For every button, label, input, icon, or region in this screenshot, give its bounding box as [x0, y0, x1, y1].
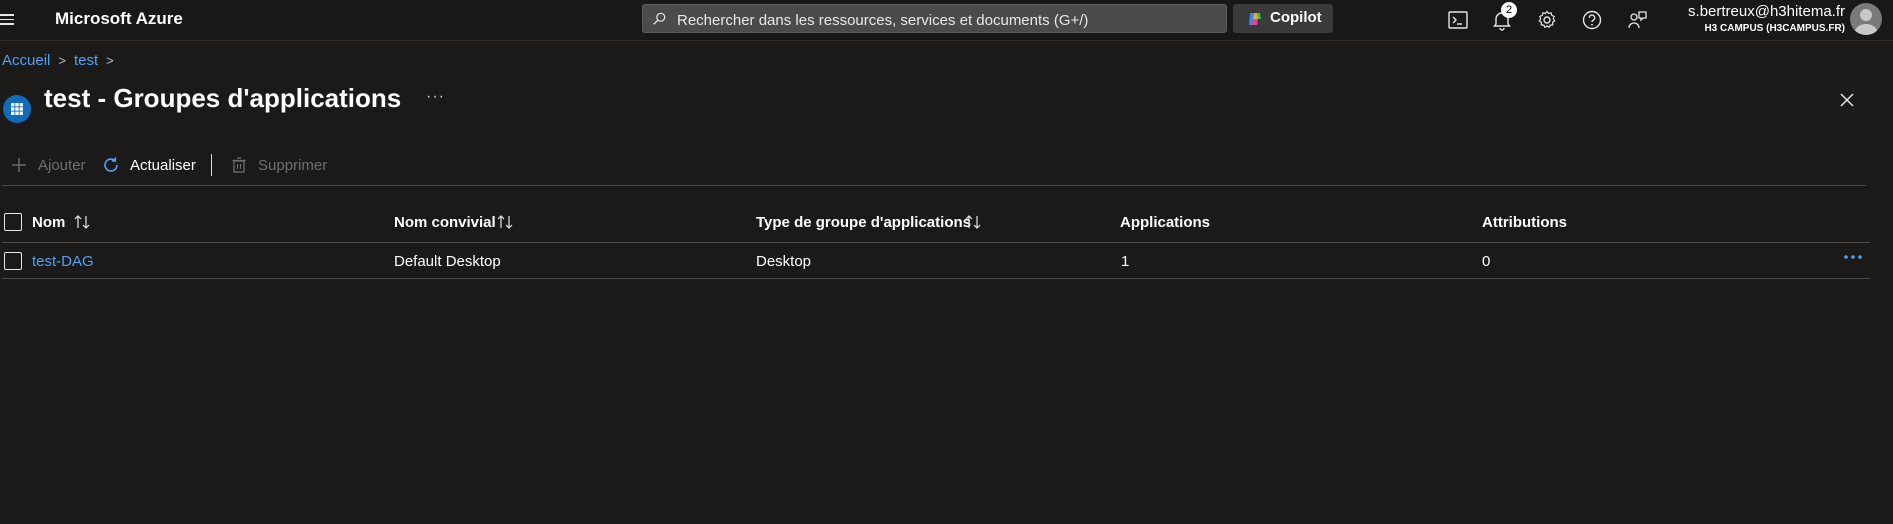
plus-icon	[12, 158, 26, 172]
user-tenant[interactable]: H3 CAMPUS (H3CAMPUS.FR)	[1704, 23, 1845, 34]
more-options-button[interactable]: ···	[426, 88, 445, 106]
breadcrumb: Accueil > test >	[2, 52, 122, 69]
copilot-icon	[1249, 13, 1261, 25]
breadcrumb-test[interactable]: test	[74, 52, 98, 69]
copilot-label: Copilot	[1270, 9, 1322, 26]
notification-badge: 2	[1501, 2, 1517, 18]
sort-icon[interactable]	[964, 213, 984, 231]
column-header-friendly-name[interactable]: Nom convivial	[394, 214, 496, 231]
column-header-assignments: Attributions	[1482, 214, 1567, 231]
menu-icon[interactable]	[0, 11, 18, 29]
delete-label: Supprimer	[258, 157, 328, 174]
row-friendly-name: Default Desktop	[394, 253, 501, 270]
sort-icon[interactable]	[73, 213, 93, 231]
column-header-type[interactable]: Type de groupe d'applications	[756, 214, 971, 231]
column-header-name[interactable]: Nom	[32, 214, 65, 231]
breadcrumb-home[interactable]: Accueil	[2, 52, 50, 69]
close-icon[interactable]	[1838, 91, 1856, 109]
sort-icon[interactable]	[496, 213, 516, 231]
more-horizontal-icon[interactable]	[1842, 249, 1864, 265]
top-bar: Microsoft Azure Copilot 2	[0, 0, 1893, 41]
user-avatar-icon	[1854, 9, 1878, 35]
search-input[interactable]	[675, 8, 1219, 32]
row-checkbox[interactable]	[4, 252, 22, 270]
add-label: Ajouter	[38, 157, 86, 174]
user-email[interactable]: s.bertreux@h3hitema.fr	[1688, 3, 1845, 20]
global-search[interactable]	[642, 4, 1227, 33]
refresh-icon	[104, 157, 118, 172]
select-all-checkbox[interactable]	[4, 213, 22, 231]
feedback-icon[interactable]	[1626, 9, 1648, 31]
gear-icon[interactable]	[1536, 9, 1558, 31]
application-group-icon	[3, 95, 31, 123]
help-icon[interactable]	[1581, 9, 1603, 31]
row-type: Desktop	[756, 253, 812, 270]
copilot-button[interactable]: Copilot	[1233, 4, 1333, 33]
refresh-label: Actualiser	[130, 157, 196, 174]
column-header-applications: Applications	[1120, 214, 1211, 231]
row-assignments: 0	[1482, 253, 1491, 270]
command-divider	[211, 154, 212, 176]
trash-icon	[232, 157, 246, 173]
row-divider	[2, 278, 1870, 279]
row-applications: 1	[1121, 253, 1130, 270]
page-title: test - Groupes d'applications	[44, 83, 402, 113]
chevron-right-icon: >	[106, 53, 114, 68]
command-bar-divider	[2, 185, 1866, 186]
row-name-link[interactable]: test-DAG	[32, 253, 94, 270]
cloud-shell-icon[interactable]	[1447, 9, 1469, 31]
chevron-right-icon: >	[58, 53, 66, 68]
search-icon	[653, 12, 666, 25]
brand-title[interactable]: Microsoft Azure	[55, 9, 183, 29]
header-divider	[2, 242, 1870, 243]
avatar[interactable]	[1850, 3, 1882, 35]
